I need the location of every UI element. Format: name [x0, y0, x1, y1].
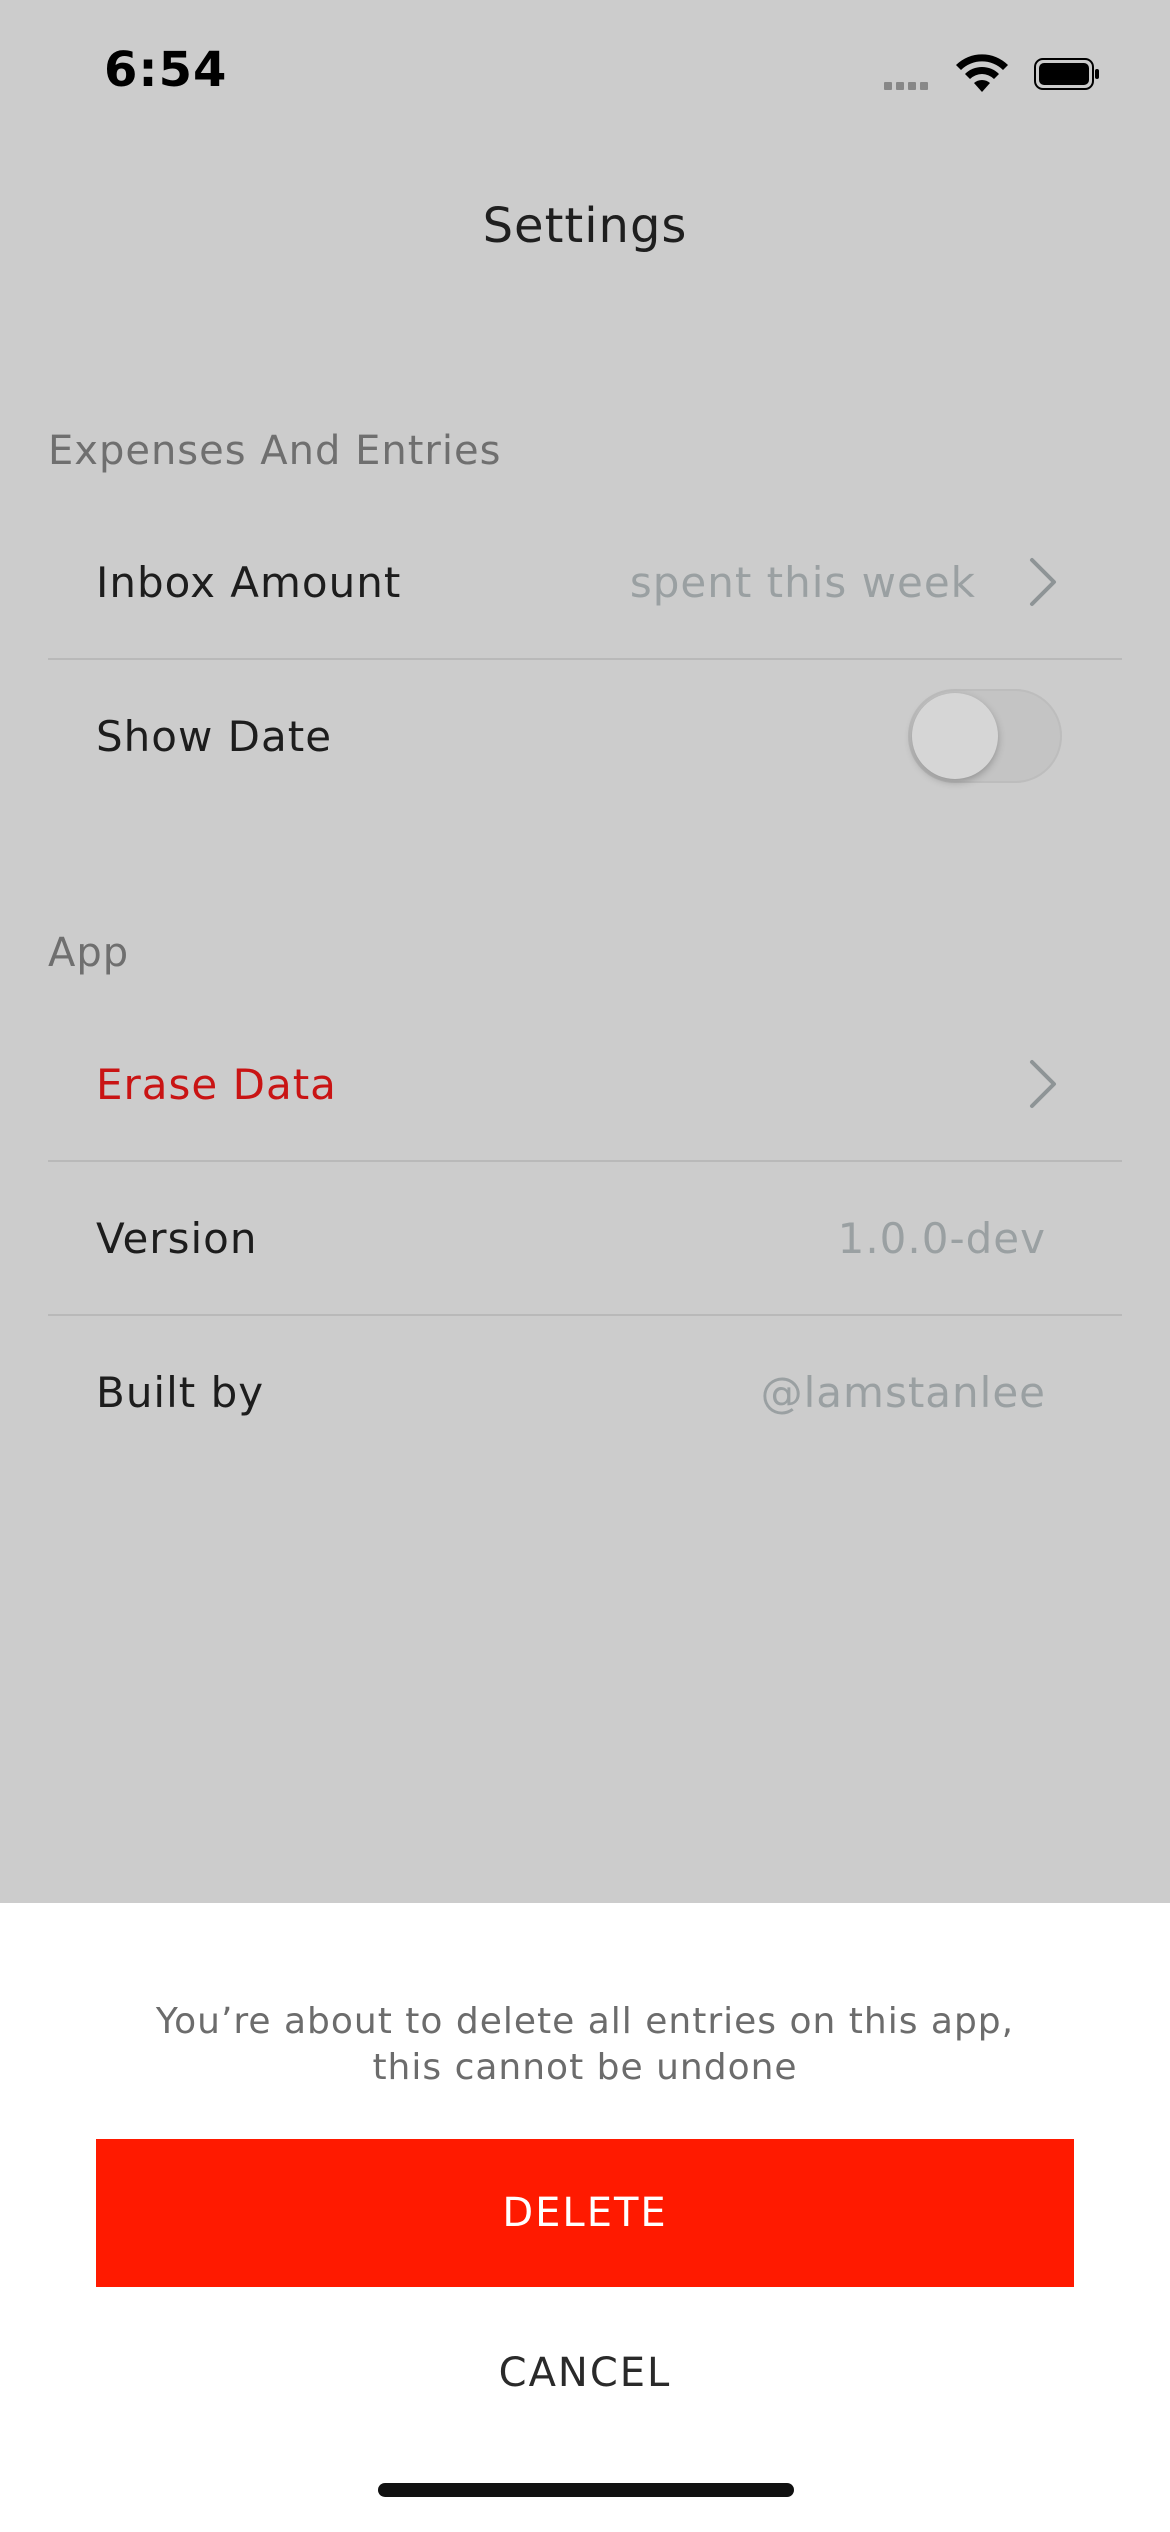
inbox-amount-label: Inbox Amount [96, 557, 402, 607]
built-by-value[interactable]: @lamstanlee [761, 1368, 1046, 1417]
wifi-icon [956, 54, 1008, 92]
status-time: 6:54 [104, 42, 228, 98]
confirm-delete-sheet: You’re about to delete all entries on th… [0, 1903, 1170, 2532]
settings-row-built-by[interactable]: Built by @lamstanlee [48, 1316, 1122, 1468]
signal-icon [884, 80, 938, 90]
status-icons [884, 52, 1114, 100]
chevron-right-icon [1030, 1060, 1056, 1108]
show-date-label: Show Date [96, 711, 333, 761]
built-by-label: Built by [96, 1367, 265, 1417]
inbox-amount-value: spent this week [629, 557, 976, 607]
home-indicator [378, 2483, 794, 2497]
version-label: Version [96, 1213, 258, 1263]
page-title: Settings [482, 198, 688, 254]
erase-data-label: Erase Data [96, 1059, 337, 1109]
settings-row-version: Version 1.0.0-dev [48, 1162, 1122, 1316]
section-header-app: App [48, 930, 130, 976]
toggle-knob [912, 693, 998, 779]
settings-screen: 6:54 Settings Expenses And Entries Inbox… [0, 0, 1170, 2532]
settings-row-inbox-amount[interactable]: Inbox Amount spent this week [48, 506, 1122, 660]
version-value: 1.0.0-dev [837, 1213, 1046, 1263]
section-header-expenses: Expenses And Entries [48, 428, 502, 474]
settings-row-show-date: Show Date [48, 660, 1122, 812]
cancel-button[interactable]: CANCEL [96, 2323, 1074, 2423]
chevron-right-icon [1030, 558, 1056, 606]
sheet-message: You’re about to delete all entries on th… [155, 2001, 1015, 2088]
settings-row-erase-data[interactable]: Erase Data [48, 1008, 1122, 1162]
delete-button[interactable]: DELETE [96, 2139, 1074, 2287]
battery-icon [1034, 58, 1099, 90]
show-date-toggle[interactable] [908, 689, 1062, 783]
